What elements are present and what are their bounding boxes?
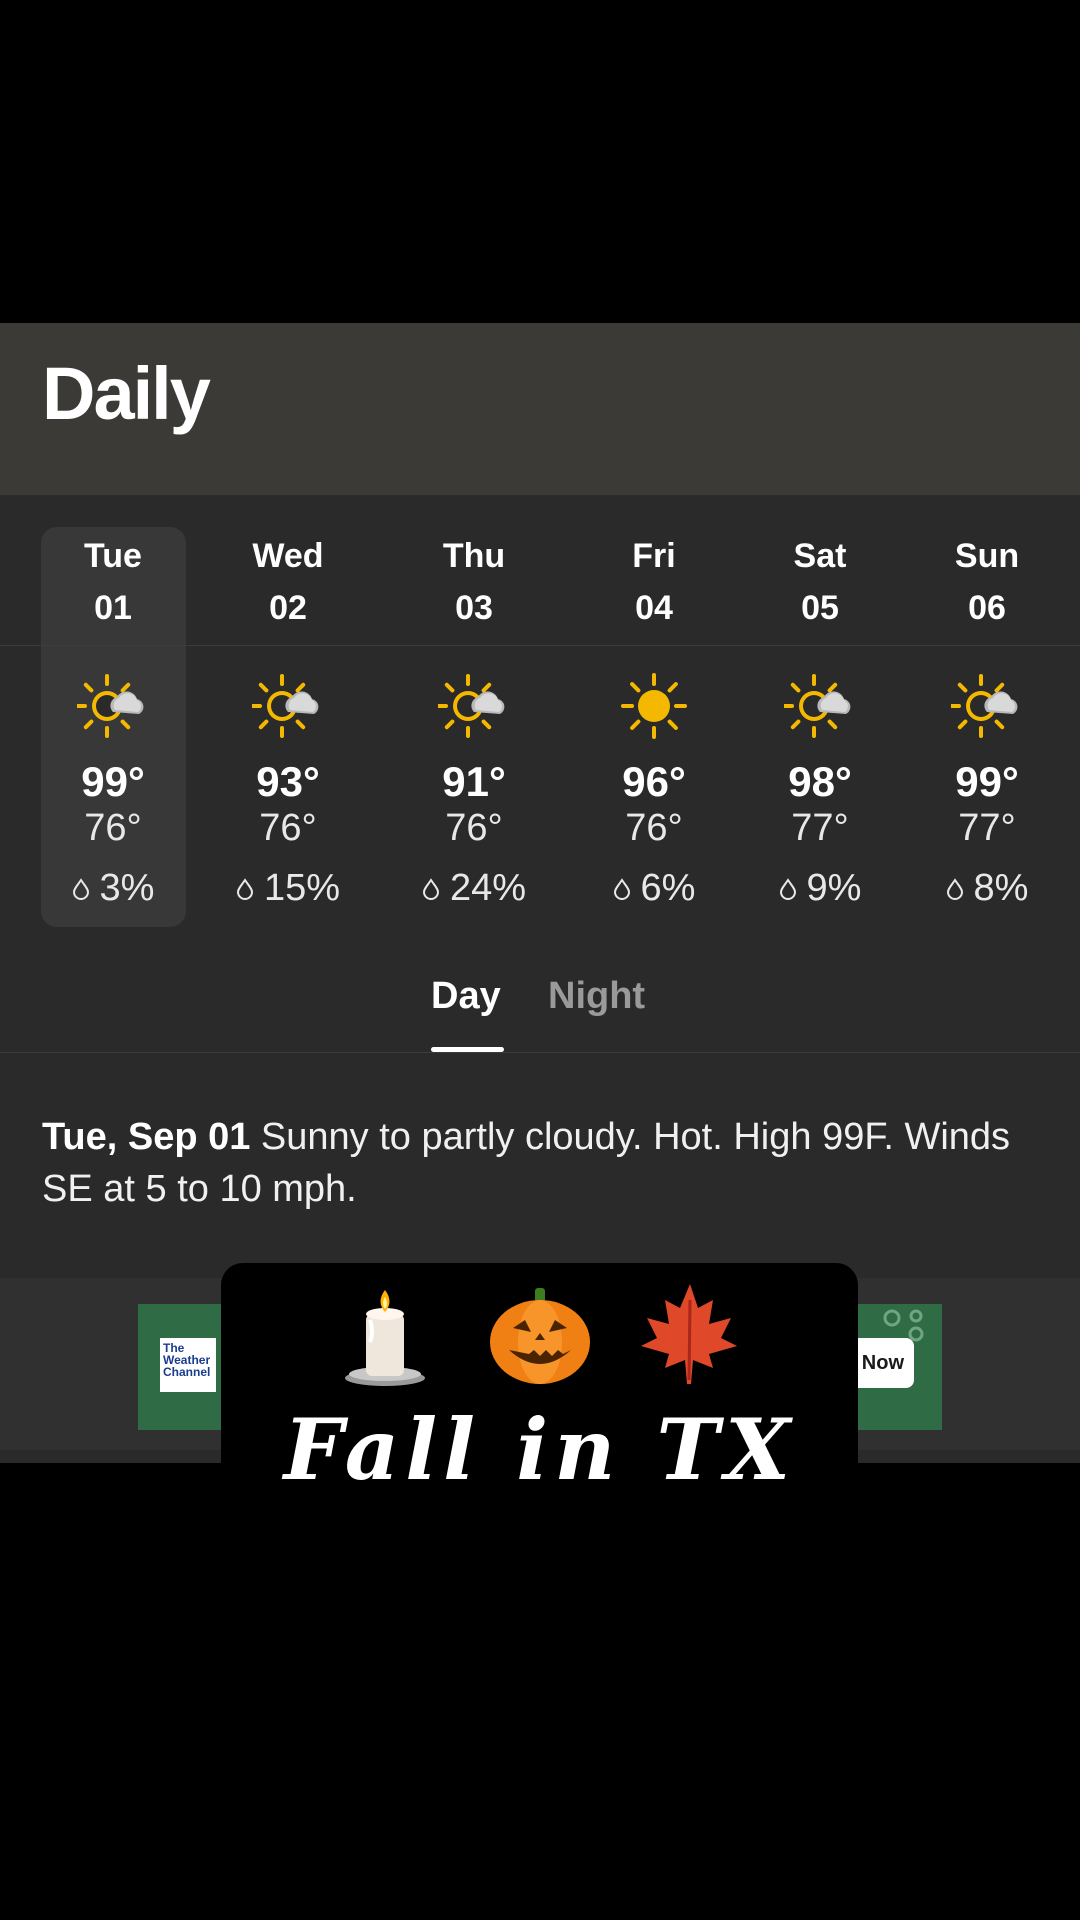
- day-name: Fri: [632, 537, 676, 575]
- precip-value: 9%: [806, 867, 862, 909]
- high-temp: 98°: [788, 758, 852, 805]
- tab-night[interactable]: Night: [548, 975, 645, 1018]
- day-column[interactable]: Sat 05 98° 77° 9%: [740, 495, 900, 935]
- low-temp: 76°: [625, 807, 683, 849]
- narrative-date: Tue, Sep 01: [42, 1116, 251, 1158]
- precip-chance: 6%: [574, 867, 734, 910]
- precip-value: 8%: [973, 867, 1029, 909]
- high-temp: 93°: [256, 758, 320, 805]
- partly-cloudy-sun-icon: [784, 674, 851, 738]
- day-date: 02: [269, 589, 307, 627]
- day-date: 06: [968, 589, 1006, 627]
- day-name: Thu: [442, 537, 506, 575]
- day-date: 04: [635, 589, 673, 627]
- day-column[interactable]: Sun 06 99° 77° 8%: [907, 495, 1067, 935]
- day-name: Wed: [252, 537, 324, 575]
- tab-day[interactable]: Day: [431, 975, 501, 1018]
- day-name: Tue: [84, 537, 142, 575]
- divider: [0, 1052, 1080, 1053]
- precip-value: 3%: [99, 867, 155, 909]
- maple-leaf-icon: [641, 1284, 737, 1384]
- low-temp: 77°: [791, 807, 849, 849]
- raindrop-icon: [946, 877, 963, 900]
- day-name: Sun: [954, 537, 1020, 575]
- precip-value: 6%: [640, 867, 696, 909]
- overlay-caption: Fall in TX: [283, 1400, 797, 1499]
- precip-chance: 24%: [394, 867, 554, 910]
- daily-header: Daily: [0, 323, 1080, 495]
- precip-value: 15%: [263, 867, 341, 909]
- day-column[interactable]: Wed 02 93° 76° 15%: [208, 495, 368, 935]
- forecast-narrative: Tue, Sep 01 Sunny to partly cloudy. Hot.…: [42, 1111, 1052, 1215]
- partly-cloudy-sun-icon: [252, 674, 319, 738]
- page-title: Daily: [42, 352, 211, 435]
- candle-icon: [345, 1290, 425, 1386]
- precip-chance: 3%: [33, 867, 193, 910]
- day-date: 01: [94, 589, 132, 627]
- precip-chance: 9%: [740, 867, 900, 910]
- partly-cloudy-sun-icon: [438, 674, 505, 738]
- high-temp: 91°: [442, 758, 506, 805]
- high-temp: 99°: [81, 758, 145, 805]
- precip-chance: 15%: [208, 867, 368, 910]
- raindrop-icon: [72, 877, 89, 900]
- low-temp: 76°: [445, 807, 503, 849]
- day-night-tabs: Day Night: [0, 975, 1080, 1045]
- day-name: Sat: [793, 537, 847, 575]
- day-column[interactable]: Fri 04 96° 76° 6%: [574, 495, 734, 935]
- jack-o-lantern-icon: [490, 1288, 590, 1384]
- low-temp: 77°: [958, 807, 1016, 849]
- precip-chance: 8%: [907, 867, 1067, 910]
- raindrop-icon: [422, 877, 439, 900]
- raindrop-icon: [613, 877, 630, 900]
- low-temp: 76°: [259, 807, 317, 849]
- high-temp: 96°: [622, 758, 686, 805]
- precip-value: 24%: [449, 867, 527, 909]
- high-temp: 99°: [955, 758, 1019, 805]
- sun-icon: [621, 673, 687, 739]
- raindrop-icon: [779, 877, 796, 900]
- raindrop-icon: [236, 877, 253, 900]
- day-date: 03: [455, 589, 493, 627]
- day-column[interactable]: Thu 03 91° 76° 24%: [394, 495, 554, 935]
- day-date: 05: [801, 589, 839, 627]
- low-temp: 76°: [84, 807, 142, 849]
- partly-cloudy-sun-icon: [77, 674, 144, 738]
- bubbles-icon: [883, 1309, 924, 1342]
- day-column[interactable]: Tue 01 99° 76° 3%: [33, 495, 193, 935]
- weather-channel-logo: The Weather Channel: [160, 1338, 216, 1392]
- partly-cloudy-sun-icon: [951, 674, 1018, 738]
